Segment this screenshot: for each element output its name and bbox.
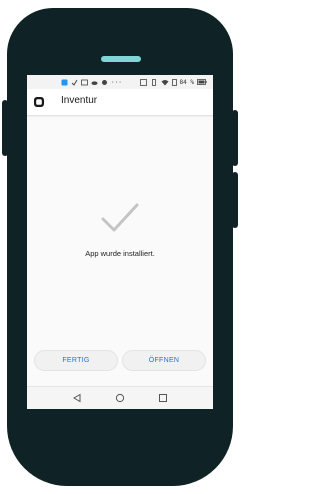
screen: ··· 84 % Inventur App wurde installiert.… [27,75,213,409]
status-bar: ··· 84 % [27,75,213,89]
app-bar: Inventur [27,89,213,116]
checkmark-icon [101,203,139,232]
wifi-icon [161,79,169,85]
app-title: Inventur [61,95,98,106]
earpiece-speaker [101,56,141,62]
sim-icon [171,78,177,86]
check-icon [71,79,78,86]
battery-percent: 84 % [179,78,194,86]
status-right: 84 % [139,78,207,86]
status-overflow: ··· [111,78,122,86]
settings-icon [102,79,107,85]
cloud-icon [91,80,98,85]
app-logo-icon [34,97,44,107]
side-button-right-lower [232,172,238,228]
open-button[interactable]: ÖFFNEN [122,350,206,371]
image-icon [81,79,88,85]
done-button[interactable]: FERTIG [34,350,118,371]
side-button-left [2,100,8,156]
notification-icon [61,79,68,85]
battery-icon [197,79,207,85]
home-icon[interactable] [115,393,125,403]
navigation-bar [27,386,213,409]
status-left: ··· [61,79,122,86]
recent-apps-icon[interactable] [158,393,168,403]
vibrate-icon [151,78,156,86]
side-button-right-upper [232,110,238,166]
back-icon[interactable] [72,393,82,403]
install-message: App wurde installiert. [85,249,155,258]
nfc-icon [139,78,147,86]
